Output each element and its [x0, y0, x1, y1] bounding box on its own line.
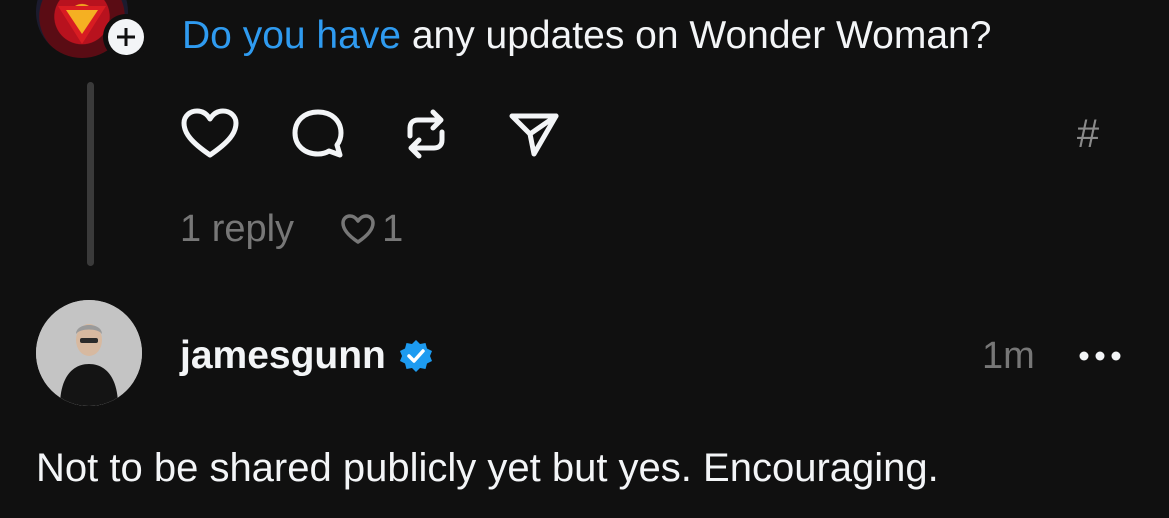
reply-text: Not to be shared publicly yet but yes. E…	[36, 446, 939, 490]
plus-icon	[108, 19, 144, 55]
send-icon	[509, 113, 559, 157]
post-link-text[interactable]: Do you have	[182, 14, 401, 57]
more-options-button[interactable]	[1076, 340, 1124, 372]
share-button[interactable]	[504, 108, 564, 160]
post-body-text: any updates on Wonder Woman?	[400, 14, 992, 57]
small-heart-icon	[341, 214, 375, 244]
hashtag-button[interactable]: #	[1066, 112, 1110, 156]
reply-header: jamesgunn	[180, 334, 434, 378]
repost-icon	[407, 109, 445, 159]
top-post-text: Do you have any updates on Wonder Woman?	[182, 13, 991, 59]
more-options-icon	[1079, 351, 1121, 361]
thread-connector-line	[87, 82, 94, 266]
profile-photo-avatar-icon	[36, 300, 142, 406]
like-count: 1	[382, 208, 404, 250]
like-count-group[interactable]: 1	[340, 206, 403, 252]
follow-button[interactable]	[103, 14, 149, 60]
username[interactable]: jamesgunn	[180, 334, 386, 378]
repost-button[interactable]	[396, 108, 456, 160]
post-timestamp: 1m	[982, 335, 1035, 377]
reply-avatar[interactable]	[36, 300, 142, 406]
comment-button[interactable]	[288, 108, 348, 160]
thread-view: Do you have any updates on Wonder Woman?	[0, 0, 1169, 518]
comment-icon	[292, 109, 344, 158]
reply-count[interactable]: 1 reply	[180, 206, 294, 252]
post-stats: 1 reply 1	[180, 206, 403, 252]
verified-badge-icon	[398, 338, 434, 374]
like-button[interactable]	[180, 108, 240, 160]
heart-icon	[181, 108, 239, 158]
